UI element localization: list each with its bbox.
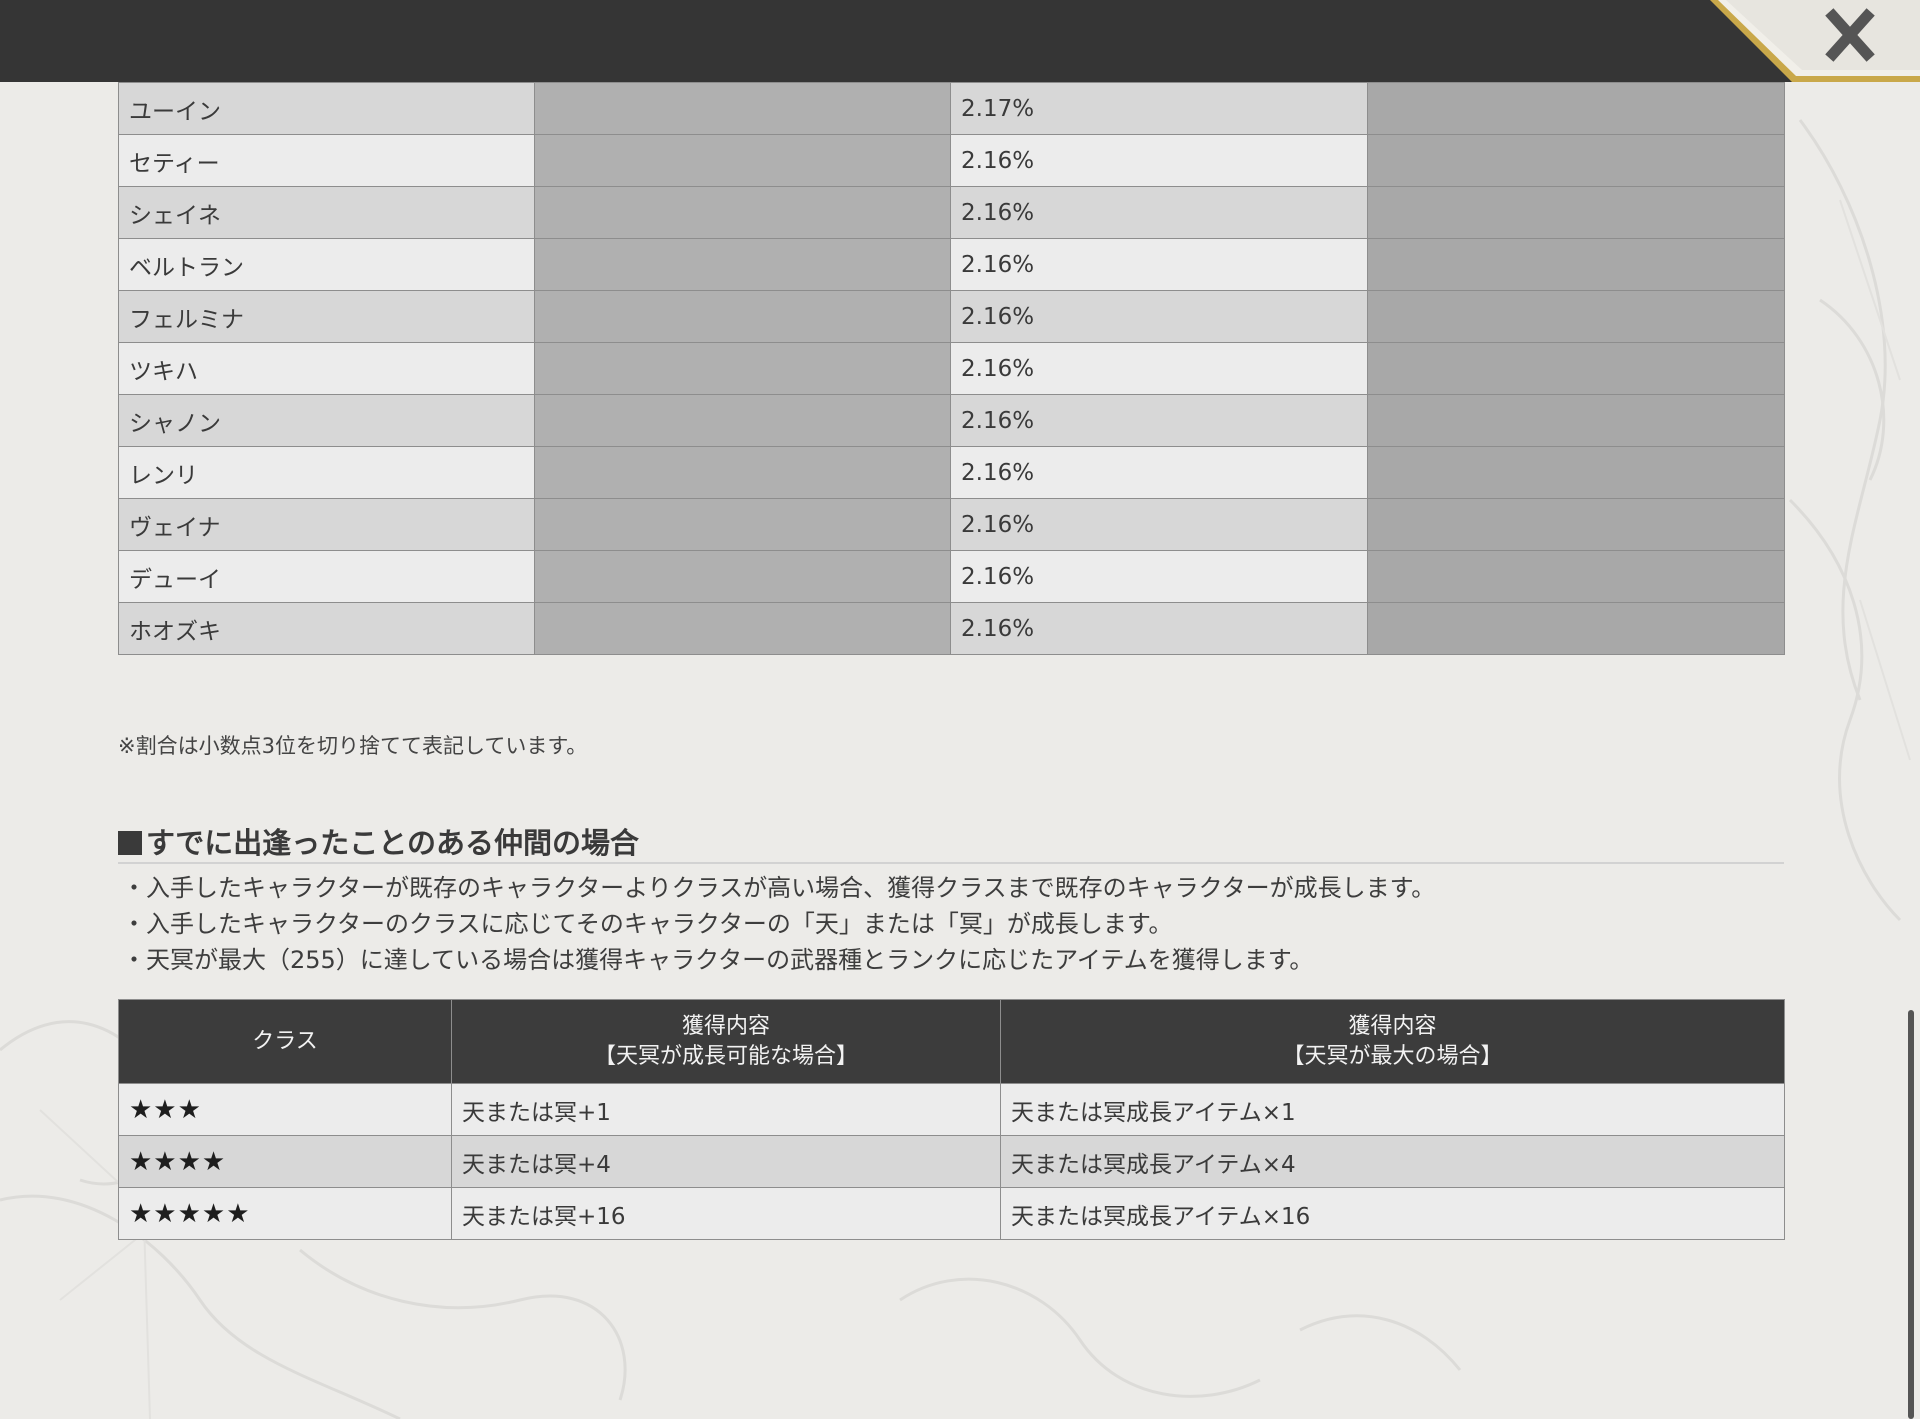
section-title: すでに出逢ったことのある仲間の場合 bbox=[146, 826, 640, 860]
blank-cell bbox=[1367, 82, 1785, 135]
rate-value: 2.16% bbox=[950, 550, 1368, 603]
character-name: シャノン bbox=[118, 394, 535, 447]
table-row: ベルトラン 2.16% bbox=[118, 238, 1785, 291]
blank-cell bbox=[1367, 134, 1785, 187]
drop-rate-table: ユナ2.17%ユーイン2.17%セティー2.16%シェイネ2.16%ベルトラン2… bbox=[118, 30, 1785, 655]
table-row: シェイネ 2.16% bbox=[118, 186, 1785, 239]
header-growable-line1: 獲得内容 bbox=[681, 1013, 770, 1039]
character-name: ユーイン bbox=[118, 82, 535, 135]
close-button-frame bbox=[1710, 0, 1920, 82]
blank-cell bbox=[534, 134, 951, 187]
blank-cell bbox=[1367, 446, 1785, 499]
blank-cell bbox=[534, 602, 951, 655]
section-heading: すでに出逢ったことのある仲間の場合 bbox=[118, 820, 1784, 864]
blank-cell bbox=[1367, 342, 1785, 395]
description-line: ・入手したキャラクターのクラスに応じてそのキャラクターの「天」または「冥」が成長… bbox=[122, 910, 1173, 938]
blank-cell bbox=[534, 186, 951, 239]
growable-reward: 天または冥+4 bbox=[451, 1135, 1001, 1188]
header-max: 獲得内容 【天冥が最大の場合】 bbox=[1000, 999, 1785, 1084]
blank-cell bbox=[1367, 394, 1785, 447]
rate-value: 2.17% bbox=[950, 82, 1368, 135]
rate-note: ※割合は小数点3位を切り捨てて表記しています。 bbox=[118, 734, 588, 758]
rate-value: 2.16% bbox=[950, 238, 1368, 291]
blank-cell bbox=[1367, 186, 1785, 239]
blank-cell bbox=[1367, 550, 1785, 603]
square-bullet-icon bbox=[118, 831, 142, 855]
header-growable: 獲得内容 【天冥が成長可能な場合】 bbox=[451, 999, 1001, 1084]
table-row: ★★★★★ 天または冥+16 天または冥成長アイテム×16 bbox=[118, 1187, 1785, 1240]
table-row: ツキハ 2.16% bbox=[118, 342, 1785, 395]
character-name: シェイネ bbox=[118, 186, 535, 239]
growth-table-header: クラス 獲得内容 【天冥が成長可能な場合】 獲得内容 【天冥が最大の場合】 bbox=[118, 999, 1785, 1084]
character-name: セティー bbox=[118, 134, 535, 187]
header-max-line1: 獲得内容 bbox=[1348, 1013, 1437, 1039]
blank-cell bbox=[534, 394, 951, 447]
header-class: クラス bbox=[118, 999, 452, 1084]
blank-cell bbox=[534, 342, 951, 395]
max-reward: 天または冥成長アイテム×16 bbox=[1000, 1187, 1785, 1240]
character-name: ホオズキ bbox=[118, 602, 535, 655]
blank-cell bbox=[534, 446, 951, 499]
character-name: レンリ bbox=[118, 446, 535, 499]
character-name: デューイ bbox=[118, 550, 535, 603]
max-reward: 天または冥成長アイテム×4 bbox=[1000, 1135, 1785, 1188]
rate-value: 2.16% bbox=[950, 394, 1368, 447]
rate-value: 2.16% bbox=[950, 446, 1368, 499]
close-button[interactable] bbox=[1710, 0, 1920, 82]
rate-value: 2.16% bbox=[950, 186, 1368, 239]
rate-value: 2.16% bbox=[950, 290, 1368, 343]
blank-cell bbox=[534, 290, 951, 343]
scrollbar[interactable] bbox=[1908, 1010, 1914, 1419]
character-name: ベルトラン bbox=[118, 238, 535, 291]
section-description: ・入手したキャラクターが既存のキャラクターよりクラスが高い場合、獲得クラスまで既… bbox=[122, 870, 1435, 978]
max-reward: 天または冥成長アイテム×1 bbox=[1000, 1083, 1785, 1136]
blank-cell bbox=[1367, 498, 1785, 551]
class-stars: ★★★★★ bbox=[118, 1187, 452, 1240]
description-line: ・入手したキャラクターが既存のキャラクターよりクラスが高い場合、獲得クラスまで既… bbox=[122, 874, 1436, 902]
character-name: ツキハ bbox=[118, 342, 535, 395]
top-bar bbox=[0, 0, 1920, 82]
table-row: シャノン 2.16% bbox=[118, 394, 1785, 447]
header-max-line2: 【天冥が最大の場合】 bbox=[1282, 1043, 1503, 1069]
blank-cell bbox=[1367, 602, 1785, 655]
table-row: ヴェイナ 2.16% bbox=[118, 498, 1785, 551]
rate-value: 2.16% bbox=[950, 498, 1368, 551]
blank-cell bbox=[534, 550, 951, 603]
header-growable-line2: 【天冥が成長可能な場合】 bbox=[593, 1043, 858, 1069]
table-row: ホオズキ 2.16% bbox=[118, 602, 1785, 655]
table-row: ★★★ 天または冥+1 天または冥成長アイテム×1 bbox=[118, 1083, 1785, 1136]
growable-reward: 天または冥+16 bbox=[451, 1187, 1001, 1240]
blank-cell bbox=[534, 82, 951, 135]
table-row: セティー 2.16% bbox=[118, 134, 1785, 187]
class-stars: ★★★★ bbox=[118, 1135, 452, 1188]
rate-value: 2.16% bbox=[950, 602, 1368, 655]
growth-table: クラス 獲得内容 【天冥が成長可能な場合】 獲得内容 【天冥が最大の場合】 ★★… bbox=[118, 999, 1785, 1240]
blank-cell bbox=[534, 498, 951, 551]
table-row: ★★★★ 天または冥+4 天または冥成長アイテム×4 bbox=[118, 1135, 1785, 1188]
class-stars: ★★★ bbox=[118, 1083, 452, 1136]
blank-cell bbox=[1367, 290, 1785, 343]
character-name: ヴェイナ bbox=[118, 498, 535, 551]
rate-value: 2.16% bbox=[950, 342, 1368, 395]
table-row: デューイ 2.16% bbox=[118, 550, 1785, 603]
rate-value: 2.16% bbox=[950, 134, 1368, 187]
blank-cell bbox=[1367, 238, 1785, 291]
blank-cell bbox=[534, 238, 951, 291]
table-row: レンリ 2.16% bbox=[118, 446, 1785, 499]
growable-reward: 天または冥+1 bbox=[451, 1083, 1001, 1136]
character-name: フェルミナ bbox=[118, 290, 535, 343]
table-row: ユーイン 2.17% bbox=[118, 82, 1785, 135]
description-line: ・天冥が最大（255）に達している場合は獲得キャラクターの武器種とランクに応じた… bbox=[122, 946, 1314, 974]
table-row: フェルミナ 2.16% bbox=[118, 290, 1785, 343]
